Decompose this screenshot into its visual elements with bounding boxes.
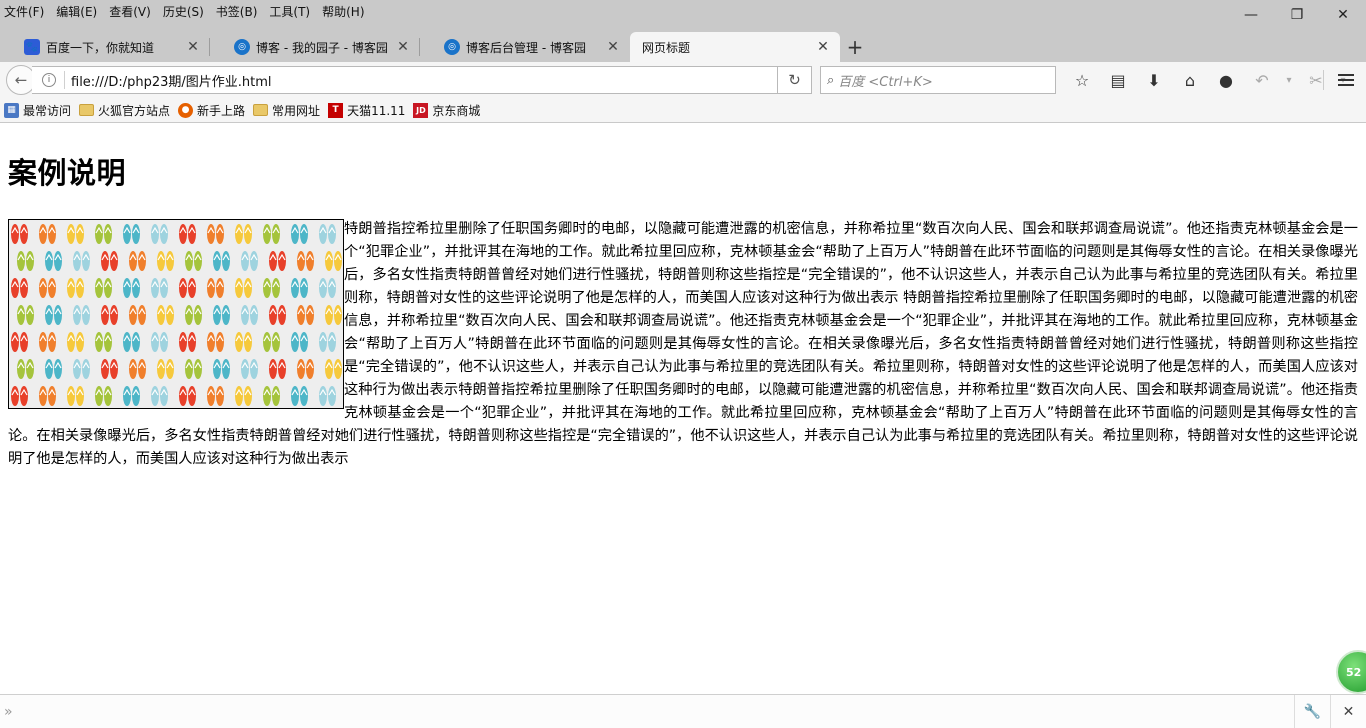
- bookmark-label: 京东商城: [432, 103, 481, 118]
- most-visited-icon: ▦: [4, 102, 19, 118]
- search-icon: ⌕: [827, 72, 835, 88]
- hamburger-menu-icon[interactable]: [1332, 66, 1360, 94]
- menu-edit[interactable]: 编辑(E): [56, 3, 97, 20]
- page-content: 案例说明 特朗普指控希拉里删除了任职国务卿时的电邮，以隐藏可能遭泄露的机密信息，…: [0, 124, 1366, 694]
- info-icon[interactable]: i: [42, 73, 56, 87]
- developer-toolbar: » 🔧 ✕: [0, 694, 1366, 728]
- flip-flops-image: [8, 219, 344, 409]
- restore-button[interactable]: ❐: [1274, 0, 1320, 30]
- chat-icon[interactable]: ●: [1208, 66, 1244, 94]
- dropdown-arrow-icon[interactable]: ▾: [1280, 66, 1298, 94]
- url-bar[interactable]: i file:///D:/php23期/图片作业.html: [32, 66, 778, 94]
- bookmark-firefox-official[interactable]: 火狐官方站点: [79, 102, 170, 119]
- bookmark-tmall[interactable]: T 天猫11.11: [328, 102, 405, 119]
- close-devtools-icon[interactable]: ✕: [1330, 695, 1366, 728]
- devtools-actions: 🔧 ✕: [1294, 695, 1366, 728]
- bookmark-label: 常用网址: [272, 103, 321, 118]
- menu-help[interactable]: 帮助(H): [322, 3, 364, 20]
- reading-list-icon[interactable]: ▤: [1100, 66, 1136, 94]
- folder-icon: [79, 104, 95, 116]
- bookmark-label: 新手上路: [197, 103, 246, 118]
- close-tab-icon[interactable]: ✕: [186, 39, 200, 55]
- bookmark-label: 火狐官方站点: [98, 103, 171, 118]
- close-tab-icon[interactable]: ✕: [816, 39, 830, 55]
- tab-title: 博客后台管理 - 博客园: [466, 40, 586, 55]
- tab-strip: 🐾 百度一下，你就知道 ✕ ◎ 博客 - 我的园子 - 博客园 ✕ ◎ 博客后台…: [0, 32, 870, 62]
- bookmark-getting-started[interactable]: ● 新手上路: [178, 102, 245, 119]
- navigation-toolbar: ← i file:///D:/php23期/图片作业.html ↻ ⌕ 百度 <…: [0, 62, 1366, 98]
- close-window-button[interactable]: ✕: [1320, 0, 1366, 30]
- cnblogs-icon: ◎: [234, 39, 250, 55]
- tab-title: 百度一下，你就知道: [46, 40, 155, 55]
- flip-flops-pattern: [9, 220, 343, 408]
- url-text[interactable]: file:///D:/php23期/图片作业.html: [71, 71, 272, 90]
- baidu-icon: 🐾: [24, 39, 40, 55]
- page-heading: 案例说明: [8, 156, 127, 190]
- menu-bookmarks[interactable]: 书签(B): [216, 3, 258, 20]
- bookmarks-toolbar: ▦ 最常访问 火狐官方站点 ● 新手上路 常用网址 T 天猫11.11 JD 京…: [0, 98, 1366, 123]
- crop-icon[interactable]: ✂: [1298, 66, 1334, 94]
- download-icon[interactable]: ⬇: [1136, 66, 1172, 94]
- tab-baidu[interactable]: 🐾 百度一下，你就知道 ✕: [0, 32, 210, 62]
- article-body: 特朗普指控希拉里删除了任职国务卿时的电邮，以隐藏可能遭泄露的机密信息，并称希拉里…: [8, 218, 1358, 471]
- tab-title: 网页标题: [642, 40, 691, 55]
- cnblogs-icon: ◎: [444, 39, 460, 55]
- folder-icon: [253, 104, 269, 116]
- home-icon[interactable]: ⌂: [1172, 66, 1208, 94]
- toolbar-divider: [1323, 70, 1324, 90]
- search-bar[interactable]: ⌕ 百度 <Ctrl+K>: [820, 66, 1056, 94]
- bookmark-star-icon[interactable]: ☆: [1064, 66, 1100, 94]
- tab-my-blog[interactable]: ◎ 博客 - 我的园子 - 博客园 ✕: [210, 32, 420, 62]
- close-tab-icon[interactable]: ✕: [606, 39, 620, 55]
- tmall-icon: T: [328, 102, 344, 118]
- bookmark-most-visited[interactable]: ▦ 最常访问: [4, 102, 71, 119]
- tab-page-title[interactable]: 网页标题 ✕: [630, 32, 840, 62]
- browser-chrome: 文件(F) 编辑(E) 查看(V) 历史(S) 书签(B) 工具(T) 帮助(H…: [0, 0, 1366, 62]
- undo-icon[interactable]: ↶: [1244, 66, 1280, 94]
- menu-history[interactable]: 历史(S): [163, 3, 204, 20]
- minimize-button[interactable]: —: [1228, 0, 1274, 30]
- reload-button[interactable]: ↻: [778, 66, 812, 94]
- window-controls: — ❐ ✕: [1228, 0, 1366, 30]
- bookmark-label: 天猫11.11: [347, 103, 406, 118]
- badge-number: 52: [1346, 665, 1362, 679]
- wrench-icon[interactable]: 🔧: [1294, 695, 1330, 728]
- close-tab-icon[interactable]: ✕: [396, 39, 410, 55]
- url-separator: [64, 71, 65, 89]
- bookmark-jd[interactable]: JD 京东商城: [413, 102, 480, 119]
- menu-tools[interactable]: 工具(T): [269, 3, 310, 20]
- new-tab-button[interactable]: +: [840, 32, 870, 62]
- tab-blog-admin[interactable]: ◎ 博客后台管理 - 博客园 ✕: [420, 32, 630, 62]
- menu-view[interactable]: 查看(V): [109, 3, 151, 20]
- jd-icon: JD: [413, 102, 429, 118]
- bookmark-label: 最常访问: [23, 103, 72, 118]
- menu-file[interactable]: 文件(F): [4, 3, 44, 20]
- firefox-icon: ●: [178, 102, 194, 118]
- menu-bar: 文件(F) 编辑(E) 查看(V) 历史(S) 书签(B) 工具(T) 帮助(H…: [0, 0, 377, 22]
- search-placeholder: 百度 <Ctrl+K>: [838, 74, 933, 90]
- bookmark-common-sites[interactable]: 常用网址: [253, 102, 320, 119]
- toolbar-icons: ☆ ▤ ⬇ ⌂ ● ↶ ▾ ✂ ▾: [1064, 66, 1352, 94]
- command-prompt-icon[interactable]: »: [4, 704, 13, 720]
- tab-title: 博客 - 我的园子 - 博客园: [256, 40, 388, 55]
